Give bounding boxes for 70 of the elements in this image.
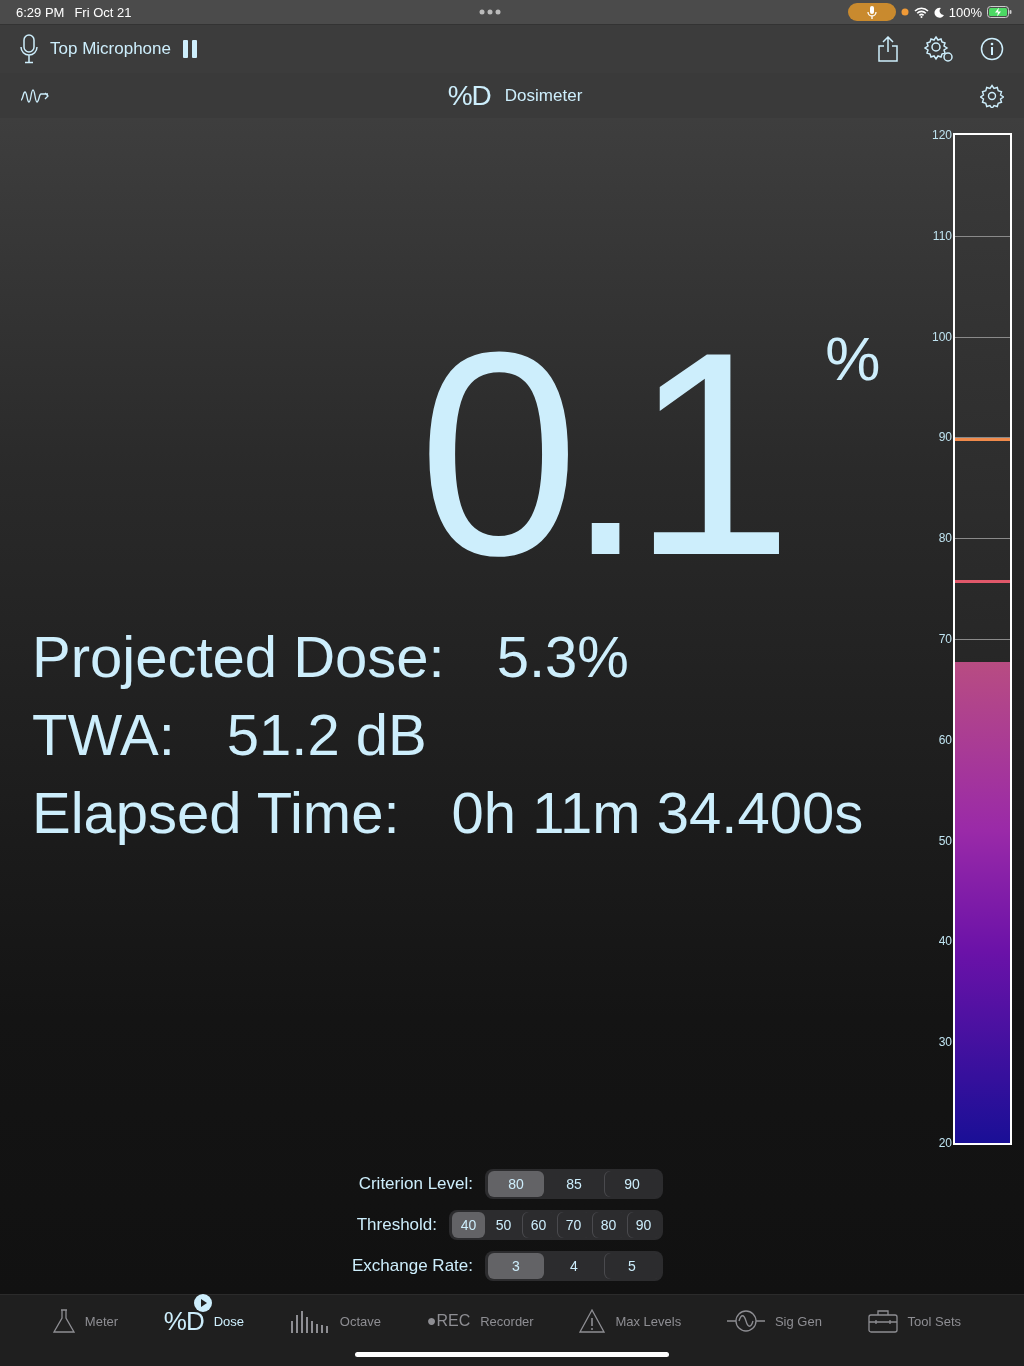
segment-option[interactable]: 60: [522, 1212, 555, 1238]
warning-icon: [579, 1309, 606, 1333]
stat-value: 0h 11m 34.400s: [451, 779, 864, 847]
tab-button[interactable]: Sig Gen: [722, 1306, 826, 1336]
setting-label: Threshold:: [356, 1215, 437, 1235]
stat-label: Elapsed Time:: [32, 779, 400, 847]
scale-label: 110: [932, 228, 952, 243]
tab-button[interactable]: Octave: [285, 1305, 385, 1337]
status-date: Fri Oct 21: [74, 4, 132, 20]
stat-label: TWA:: [32, 701, 175, 769]
segmented-control[interactable]: 3 4 5: [485, 1251, 663, 1281]
bars-icon: [289, 1309, 330, 1333]
scale-label: 20: [938, 1136, 952, 1150]
segment-option[interactable]: 80: [488, 1171, 544, 1197]
settings-icon[interactable]: [924, 35, 954, 63]
scale-label: 50: [938, 833, 952, 848]
tab-button[interactable]: Tool Sets: [863, 1305, 966, 1337]
screen-title: Dosimeter: [504, 85, 583, 106]
segment-option[interactable]: 50: [487, 1212, 520, 1238]
scale-label: 120: [931, 128, 952, 142]
stat-value: 5.3%: [496, 623, 629, 691]
microphone-indicator: [847, 3, 896, 21]
stat-label: Projected Dose:: [32, 623, 445, 691]
stat-value: 51.2 dB: [226, 701, 427, 769]
multitask-dots-icon[interactable]: [478, 9, 501, 15]
scale-label: 90: [938, 430, 952, 445]
sine-wave-icon: [726, 1310, 765, 1332]
status-time: 6:29 PM: [16, 4, 65, 20]
dosimeter-logo: %D: [447, 79, 491, 112]
settings-icon[interactable]: [980, 83, 1004, 108]
tab-button[interactable]: Meter: [48, 1305, 123, 1337]
info-icon[interactable]: [980, 37, 1004, 61]
pause-icon[interactable]: [182, 40, 197, 58]
dose-logo: %D: [163, 1305, 204, 1337]
battery-charging-icon: [987, 6, 1012, 18]
waveform-arrow-icon[interactable]: [20, 87, 50, 104]
toolbox-icon: [867, 1309, 898, 1333]
segment-option[interactable]: 85: [546, 1171, 602, 1197]
dot-icon: [900, 8, 909, 16]
tab-button[interactable]: ●REC Recorder: [422, 1308, 538, 1334]
scale-label: 70: [938, 632, 952, 646]
flask-icon: [52, 1309, 75, 1333]
segment-option[interactable]: 5: [604, 1253, 660, 1279]
segment-option[interactable]: 90: [604, 1171, 660, 1197]
setting-label: Criterion Level:: [358, 1174, 473, 1194]
tab-button[interactable]: Max Levels: [575, 1305, 686, 1337]
rec-label: ●REC: [426, 1312, 471, 1330]
scale-label: 100: [931, 329, 952, 344]
segment-option[interactable]: 70: [557, 1212, 590, 1238]
scale-label: 30: [938, 1035, 952, 1050]
dose-unit: %: [825, 328, 881, 390]
segmented-control[interactable]: 40 50 60 70 80 90: [449, 1210, 663, 1240]
scale-label: 40: [938, 934, 952, 949]
segment-option[interactable]: 4: [546, 1253, 602, 1279]
microphone-icon[interactable]: [20, 34, 38, 64]
tab-button[interactable]: %D Dose: [159, 1301, 249, 1341]
input-name[interactable]: Top Microphone: [50, 39, 171, 59]
share-icon[interactable]: [878, 36, 898, 62]
scale-label: 80: [938, 531, 952, 546]
battery-percent: 100%: [948, 4, 982, 20]
scale-label: 60: [938, 732, 952, 747]
segment-option[interactable]: 40: [452, 1212, 485, 1238]
moon-icon: [933, 6, 944, 18]
dose-value: 0.1: [418, 308, 780, 598]
wifi-icon: [913, 6, 929, 18]
segment-option[interactable]: 3: [488, 1253, 544, 1279]
setting-label: Exchange Rate:: [352, 1256, 473, 1276]
segment-option[interactable]: 80: [592, 1212, 625, 1238]
segmented-control[interactable]: 80 85 90: [485, 1169, 663, 1199]
segment-option[interactable]: 90: [627, 1212, 660, 1238]
